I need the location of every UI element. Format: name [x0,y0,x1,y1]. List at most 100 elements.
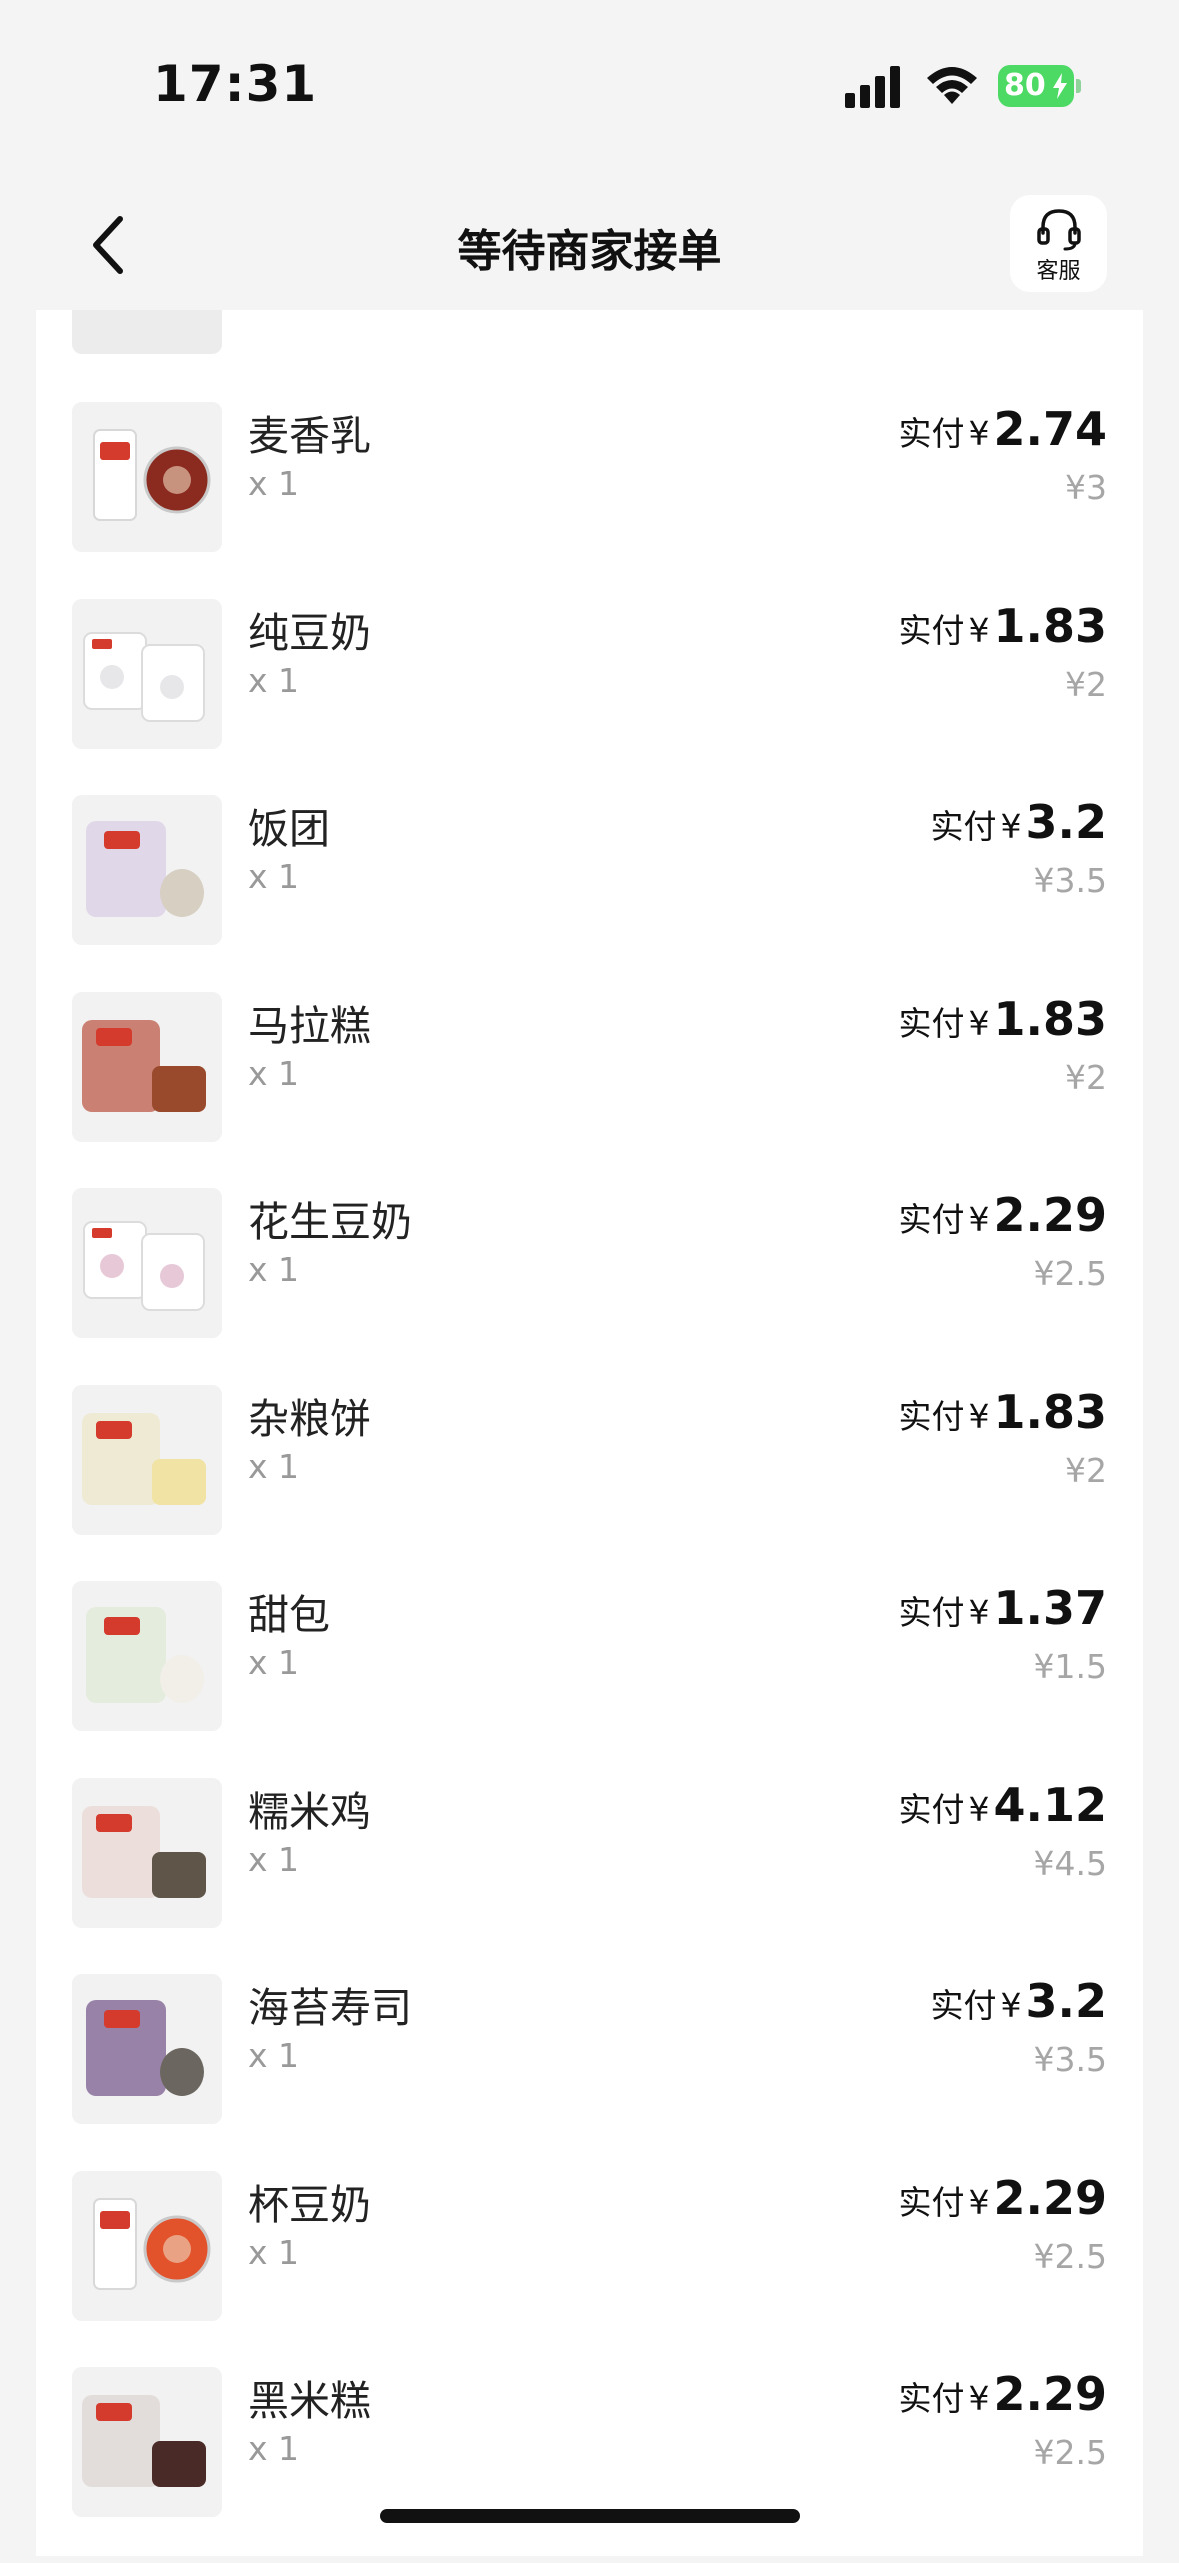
paid-label: 实付 [898,1396,965,1436]
original-price: ¥2.5 [1033,1254,1107,1293]
paid-amount: 1.37 [993,1581,1108,1635]
item-name: 纯豆奶 [248,608,371,657]
mascot-shape [160,674,184,699]
food-shape [152,1458,206,1505]
order-item-row[interactable]: 花生豆奶 x 1 实付 ¥2.29 ¥2.5 [36,1188,1143,1384]
item-name: 海苔寿司 [248,1984,412,2032]
brand-label-shape [100,2210,130,2229]
product-image [72,1974,222,2124]
paid-price: 实付 ¥3.2 [931,795,1108,849]
brand-label-shape [96,2403,132,2421]
lid-center-shape [163,2234,191,2263]
customer-service-button[interactable]: 客服 [1010,195,1107,292]
paid-label: 实付 [898,610,965,650]
status-time: 17:31 [153,55,318,113]
battery-level: 80 [1004,68,1046,103]
currency-symbol: ¥ [968,2379,990,2418]
order-item-row[interactable]: 糯米鸡 x 1 实付 ¥4.12 ¥4.5 [36,1777,1143,1974]
product-thumbnail-graphic [72,1188,222,1338]
currency-symbol: ¥ [968,1200,990,1239]
product-image [72,402,222,552]
status-bar: 17:31 80 [0,0,1179,175]
item-quantity: x 1 [248,1643,300,1682]
brand-label-shape [92,638,112,649]
battery-indicator: 80 [998,65,1081,107]
currency-symbol: ¥ [968,610,990,650]
item-quantity: x 1 [248,1446,300,1486]
battery-cap [1076,79,1081,93]
paid-price: 实付 ¥2.29 [899,1188,1108,1242]
order-item-row[interactable]: 饭团 x 1 实付 ¥3.2 ¥3.5 [36,795,1143,991]
order-item-row[interactable]: 纯豆奶 x 1 实付 ¥1.83 ¥2 [36,598,1143,795]
original-price: ¥3.5 [1033,2040,1107,2079]
food-shape [152,2441,206,2487]
product-thumbnail-graphic [72,1777,222,1928]
order-item-row[interactable]: 海苔寿司 x 1 实付 ¥3.2 ¥3.5 [36,1974,1143,2170]
currency-symbol: ¥ [968,414,990,453]
product-image [72,598,222,749]
cellular-signal-icon [845,66,900,108]
brand-label-shape [104,831,140,849]
paid-amount: 4.12 [993,1777,1108,1832]
item-quantity: x 1 [248,2036,300,2075]
paid-price: 实付 ¥1.83 [899,599,1108,653]
brand-label-shape [96,1813,132,1832]
page-title: 等待商家接单 [457,226,722,277]
currency-symbol: ¥ [968,1789,990,1829]
customer-service-label: 客服 [1036,259,1081,284]
paid-label: 实付 [930,807,997,846]
product-thumbnail-graphic [72,1384,222,1535]
original-price: ¥2 [1065,1057,1107,1097]
original-price: ¥3.5 [1033,861,1107,900]
home-indicator[interactable] [380,2509,800,2523]
product-thumbnail-graphic [72,2170,222,2321]
paid-label: 实付 [898,1789,965,1829]
original-price: ¥4.5 [1033,1843,1107,1883]
paid-amount: 1.83 [993,598,1108,653]
order-items-card: 麦香乳 x 1 实付 ¥2.74 ¥3 纯豆奶 x 1 实付 ¥1.83 ¥2 饭团 x 1 实付 ¥3.… [36,310,1143,2556]
product-image [72,1384,222,1535]
order-item-row[interactable]: 马拉糕 x 1 实付 ¥1.83 ¥2 [36,991,1143,1188]
paid-price: 实付 ¥1.37 [899,1581,1108,1635]
brand-label-shape [100,442,130,460]
original-price: ¥2.5 [1033,2433,1107,2472]
paid-price: 实付 ¥2.29 [899,2367,1108,2421]
charging-bolt-icon [1053,73,1067,99]
item-name: 糯米鸡 [248,1787,371,1836]
currency-symbol: ¥ [1000,807,1022,846]
item-quantity: x 1 [248,2232,300,2272]
product-image [72,1777,222,1928]
brand-label-shape [92,1228,112,1238]
order-item-row[interactable]: 杂粮饼 x 1 实付 ¥1.83 ¥2 [36,1384,1143,1581]
paid-price: 实付 ¥3.2 [931,1974,1108,2028]
paid-price: 实付 ¥2.74 [899,402,1108,456]
order-item-row[interactable]: 麦香乳 x 1 实付 ¥2.74 ¥3 [36,402,1143,598]
currency-symbol: ¥ [968,1003,990,1043]
partial-product-image [72,310,222,354]
currency-symbol: ¥ [1000,1986,1022,2025]
order-item-row[interactable]: 甜包 x 1 实付 ¥1.37 ¥1.5 [36,1581,1143,1777]
currency-symbol: ¥ [968,1593,990,1632]
item-quantity: x 1 [248,660,300,700]
paid-label: 实付 [898,2182,965,2222]
order-item-row[interactable]: 黑米糕 x 1 实付 ¥2.29 ¥2.5 [36,2367,1143,2563]
currency-symbol: ¥ [968,2182,990,2222]
food-shape [152,1851,206,1898]
paid-amount: 3.2 [1025,795,1108,849]
item-name: 麦香乳 [248,412,371,460]
product-thumbnail-graphic [72,598,222,749]
paid-amount: 2.29 [993,2367,1108,2421]
original-price: ¥1.5 [1033,1647,1107,1686]
paid-price: 实付 ¥2.29 [899,2171,1108,2225]
product-image [72,991,222,1142]
product-image [72,1188,222,1338]
order-item-row[interactable]: 杯豆奶 x 1 实付 ¥2.29 ¥2.5 [36,2170,1143,2367]
paid-amount: 1.83 [993,991,1108,1046]
item-name: 马拉糕 [248,1001,371,1050]
original-price: ¥2.5 [1033,2236,1107,2276]
product-thumbnail-graphic [72,402,222,552]
original-price: ¥2 [1065,664,1107,704]
brand-label-shape [96,1420,132,1439]
original-price: ¥2 [1065,1450,1107,1490]
item-quantity: x 1 [248,1053,300,1093]
